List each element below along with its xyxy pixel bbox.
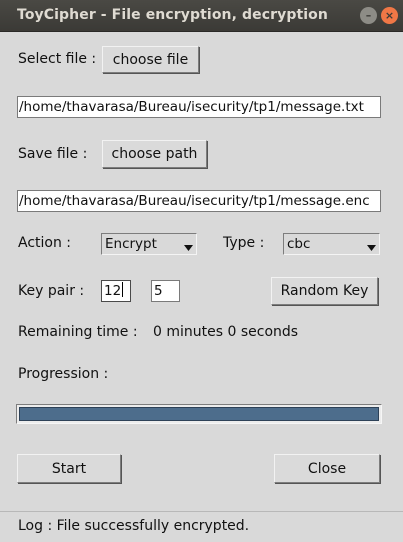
start-button[interactable]: Start <box>17 454 121 483</box>
text-caret <box>122 282 124 297</box>
status-bar: Log : File successfully encrypted. <box>0 511 403 542</box>
progression-label: Progression : <box>18 366 109 382</box>
dropdown-arrow-icon <box>365 237 377 251</box>
key1-value: 12 <box>104 283 122 299</box>
action-select[interactable]: Encrypt <box>101 233 197 255</box>
save-file-label: Save file : <box>18 146 88 162</box>
remaining-time-label: Remaining time : <box>18 324 138 340</box>
app-window: ToyCipher - File encryption, decryption … <box>0 0 403 542</box>
input-file-path[interactable]: /home/thavarasa/Bureau/isecurity/tp1/mes… <box>17 96 381 118</box>
select-file-label: Select file : <box>18 51 97 67</box>
choose-path-button[interactable]: choose path <box>102 140 207 168</box>
type-selected-value: cbc <box>287 236 311 252</box>
progress-fill <box>19 407 379 421</box>
close-button[interactable]: Close <box>274 454 380 483</box>
output-file-path[interactable]: /home/thavarasa/Bureau/isecurity/tp1/mes… <box>17 190 381 212</box>
key2-input[interactable]: 5 <box>151 280 180 302</box>
key-pair-label: Key pair : <box>18 283 85 299</box>
title-bar[interactable]: ToyCipher - File encryption, decryption … <box>0 0 403 32</box>
action-label: Action : <box>18 235 72 251</box>
key2-value: 5 <box>154 283 163 299</box>
window-title: ToyCipher - File encryption, decryption <box>17 7 328 23</box>
log-message: Log : File successfully encrypted. <box>18 518 250 534</box>
key1-input[interactable]: 12 <box>101 280 131 302</box>
progress-bar <box>16 404 382 424</box>
type-select[interactable]: cbc <box>283 233 380 255</box>
dropdown-arrow-icon <box>182 237 194 251</box>
random-key-button[interactable]: Random Key <box>271 277 378 305</box>
choose-file-button[interactable]: choose file <box>102 46 199 73</box>
type-label: Type : <box>223 235 265 251</box>
close-window-icon[interactable]: × <box>381 7 398 24</box>
action-selected-value: Encrypt <box>105 236 157 252</box>
minimize-icon[interactable]: – <box>360 7 377 24</box>
remaining-time-value: 0 minutes 0 seconds <box>153 324 299 340</box>
